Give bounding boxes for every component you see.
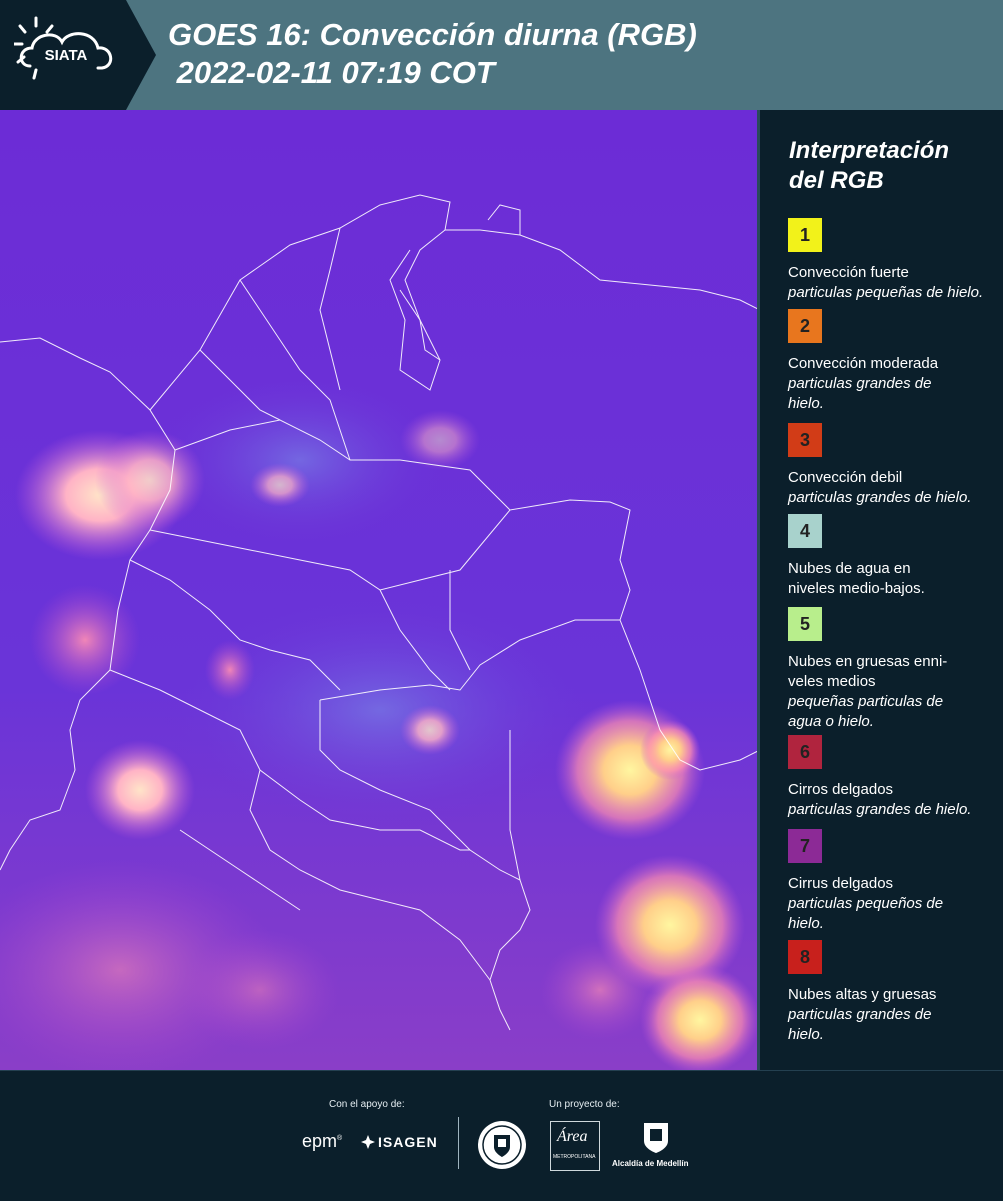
legend-number: 8 [799,946,810,967]
satellite-map [0,110,760,1070]
siata-logo: SIATA [0,0,126,110]
legend-swatch: 4 [788,514,822,548]
legend-number: 4 [799,520,810,541]
legend-label: Nubes en gruesas enni-veles medios [788,653,948,690]
legend-swatch: 6 [788,735,822,769]
area-text: Área [557,1128,588,1145]
footer: Con el apoyo de: Un proyecto de: epm® IS… [0,1070,1003,1201]
legend-desc: particulas pequeños de hielo. [788,895,944,932]
legend-number: 6 [799,741,810,762]
legend-desc: pequeñas particulas de agua o hielo. [788,693,944,730]
satellite-image [0,110,760,1070]
legend-item-1: 1 Convección fuerte particulas pequeñas … [788,218,998,303]
legend-number: 7 [799,835,810,856]
legend-title: Interpretación del RGB [789,137,950,194]
title-line-1: GOES 16: Convección diurna (RGB) [168,17,697,52]
area-metropolitana-logo: Área METROPOLITANA [550,1121,600,1171]
legend-desc: particulas grandes de hielo. [788,375,932,412]
legend-swatch: 3 [788,423,822,457]
legend-item-8: 8 Nubes altas y gruesas particulas grand… [788,940,998,1045]
legend-desc: particulas grandes de hielo. [788,1006,932,1043]
legend-desc: particulas grandes de hielo. [788,489,972,506]
alcaldia-text: Alcaldía de Medellín [612,1159,689,1168]
alcaldia-logo: Alcaldía de Medellín [612,1121,702,1171]
logo-text: SIATA [45,47,88,64]
legend-desc: particulas grandes de hielo. [788,801,972,818]
legend-item-2: 2 Convección moderada particulas grandes… [788,309,998,414]
isagen-icon [361,1135,375,1149]
legend-item-5: 5 Nubes en gruesas enni-veles medios peq… [788,607,998,732]
logo-arrow [126,0,156,110]
title-timestamp: 2022-02-11 07:19 COT [168,55,495,90]
epm-text: epm [302,1131,338,1151]
legend-swatch: 7 [788,829,822,863]
epm-logo: epm® [302,1131,343,1151]
legend-swatch: 5 [788,607,822,641]
legend-label: Convección debil [788,469,903,486]
legend-item-4: 4 Nubes de agua en niveles medio-bajos. [788,514,998,599]
isagen-text: ISAGEN [378,1134,438,1150]
sun-cloud-icon: SIATA [14,16,113,80]
coat-of-arms-icon [644,1123,668,1153]
legend-panel: Interpretación del RGB 1 Convección fuer… [760,110,1003,1070]
legend-number: 2 [799,315,810,336]
legend-item-6: 6 Cirros delgados particulas grandes de … [788,735,998,820]
page-title: GOES 16: Convección diurna (RGB) 2022-02… [168,16,697,92]
legend-label: Convección moderada [788,355,939,372]
legend-swatch: 2 [788,309,822,343]
area-subtext: METROPOLITANA [553,1154,596,1160]
legend-number: 3 [799,429,810,450]
header-bar: SIATA GOES 16: Convección diurna (RGB) 2… [0,0,1003,110]
legend-label: Nubes altas y gruesas [788,986,937,1003]
legend-swatch: 1 [788,218,822,252]
legend-label: Cirros delgados [788,781,894,798]
legend-desc: particulas pequeñas de hielo. [788,284,984,301]
project-label: Un proyecto de: [549,1099,620,1110]
footer-divider [458,1117,459,1169]
legend-item-7: 7 Cirrus delgados particulas pequeños de… [788,829,998,934]
legend-swatch: 8 [788,940,822,974]
government-seal-icon [478,1121,526,1169]
legend-label: Cirrus delgados [788,875,894,892]
legend-label: Nubes de agua en niveles medio-bajos. [788,560,925,597]
legend-number: 5 [799,613,810,634]
legend-number: 1 [799,224,810,245]
legend-label: Convección fuerte [788,264,909,281]
legend-item-3: 3 Convección debil particulas grandes de… [788,423,998,508]
support-label: Con el apoyo de: [329,1099,405,1110]
